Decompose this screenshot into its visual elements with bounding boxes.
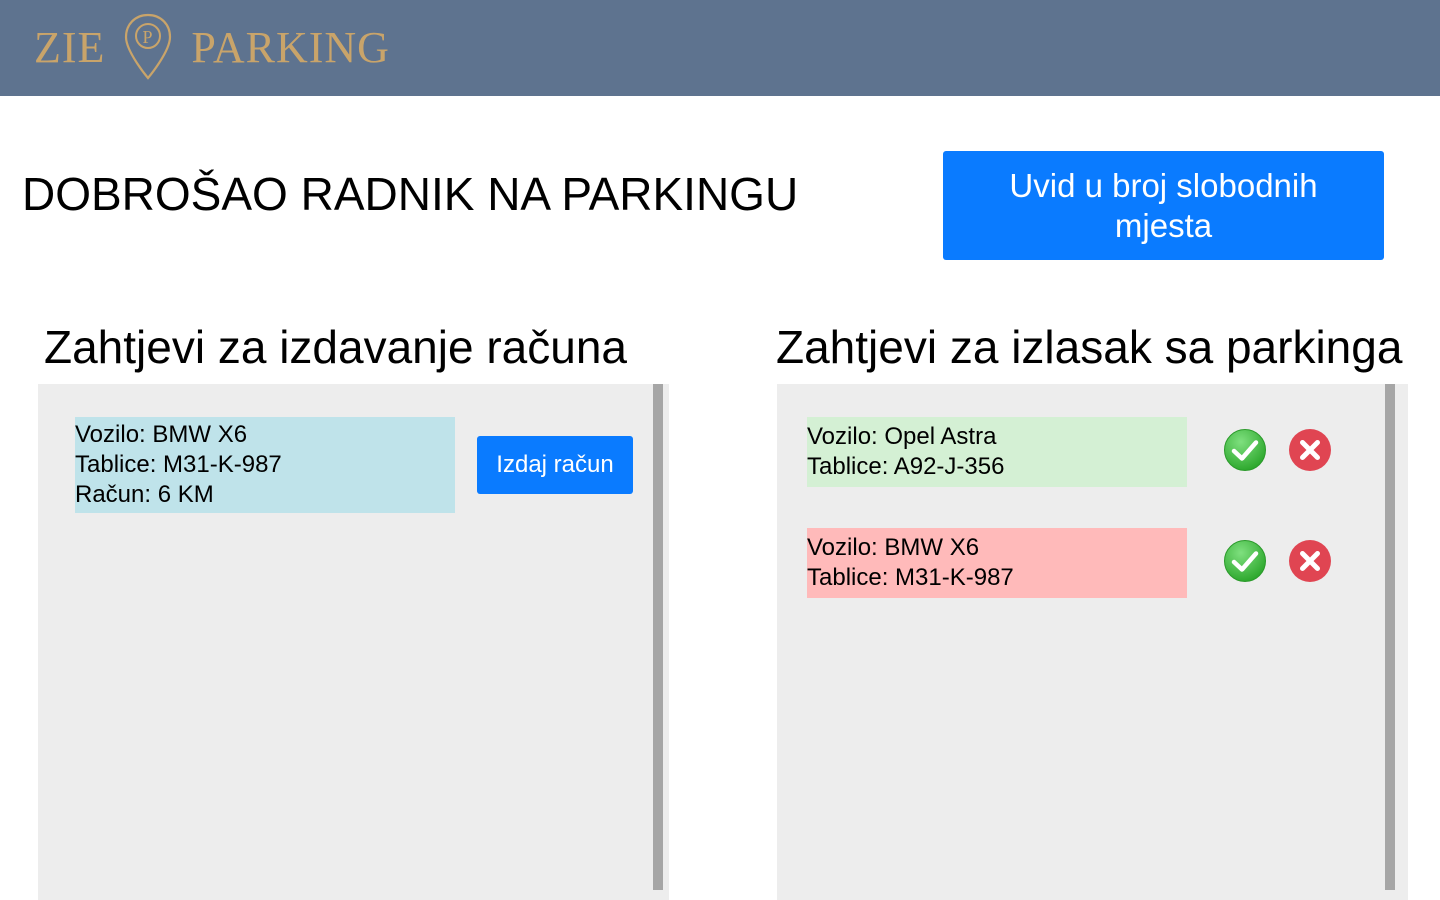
scrollbar[interactable] — [1385, 384, 1395, 890]
plates-text: Tablice: A92-J-356 — [807, 453, 1005, 480]
free-spots-button[interactable]: Uvid u broj slobodnih mjesta — [943, 151, 1384, 260]
location-pin-icon: P — [125, 13, 172, 80]
top-header: ZIE P PARKING — [0, 0, 1440, 96]
scrollbar[interactable] — [653, 384, 663, 890]
plates-text: Tablice: M31-K-987 — [807, 564, 1014, 591]
vehicle-text: Vozilo: BMW X6 — [75, 421, 248, 448]
exit-requests-panel: Vozilo: Opel Astra Tablice: A92-J-356 Vo… — [777, 384, 1408, 900]
vehicle-text: Vozilo: BMW X6 — [807, 534, 980, 561]
invoice-request-card: Vozilo: BMW X6 Tablice: M31-K-987 Račun:… — [75, 417, 455, 513]
close-icon[interactable] — [1288, 539, 1332, 583]
vehicle-text: Vozilo: Opel Astra — [807, 423, 997, 450]
exit-section-title: Zahtjevi za izlasak sa parkinga — [776, 321, 1403, 373]
logo-text-parking: PARKING — [191, 22, 390, 72]
plates-text: Tablice: M31-K-987 — [75, 451, 282, 478]
exit-request-card: Vozilo: Opel Astra Tablice: A92-J-356 — [807, 417, 1187, 487]
invoice-requests-panel: Vozilo: BMW X6 Tablice: M31-K-987 Račun:… — [38, 384, 669, 900]
logo[interactable]: ZIE P PARKING — [34, 12, 390, 82]
exit-request-card: Vozilo: BMW X6 Tablice: M31-K-987 — [807, 528, 1187, 598]
logo-text-zie: ZIE — [34, 22, 106, 72]
issue-invoice-button[interactable]: Izdaj račun — [477, 436, 633, 494]
close-icon[interactable] — [1288, 428, 1332, 472]
check-icon[interactable] — [1223, 539, 1267, 583]
invoice-amount-text: Račun: 6 KM — [75, 481, 214, 508]
logo-pin-letter: P — [143, 27, 154, 47]
check-icon[interactable] — [1223, 428, 1267, 472]
page-title: DOBROŠAO RADNIK NA PARKINGU — [22, 168, 799, 220]
invoice-section-title: Zahtjevi za izdavanje računa — [44, 321, 627, 373]
